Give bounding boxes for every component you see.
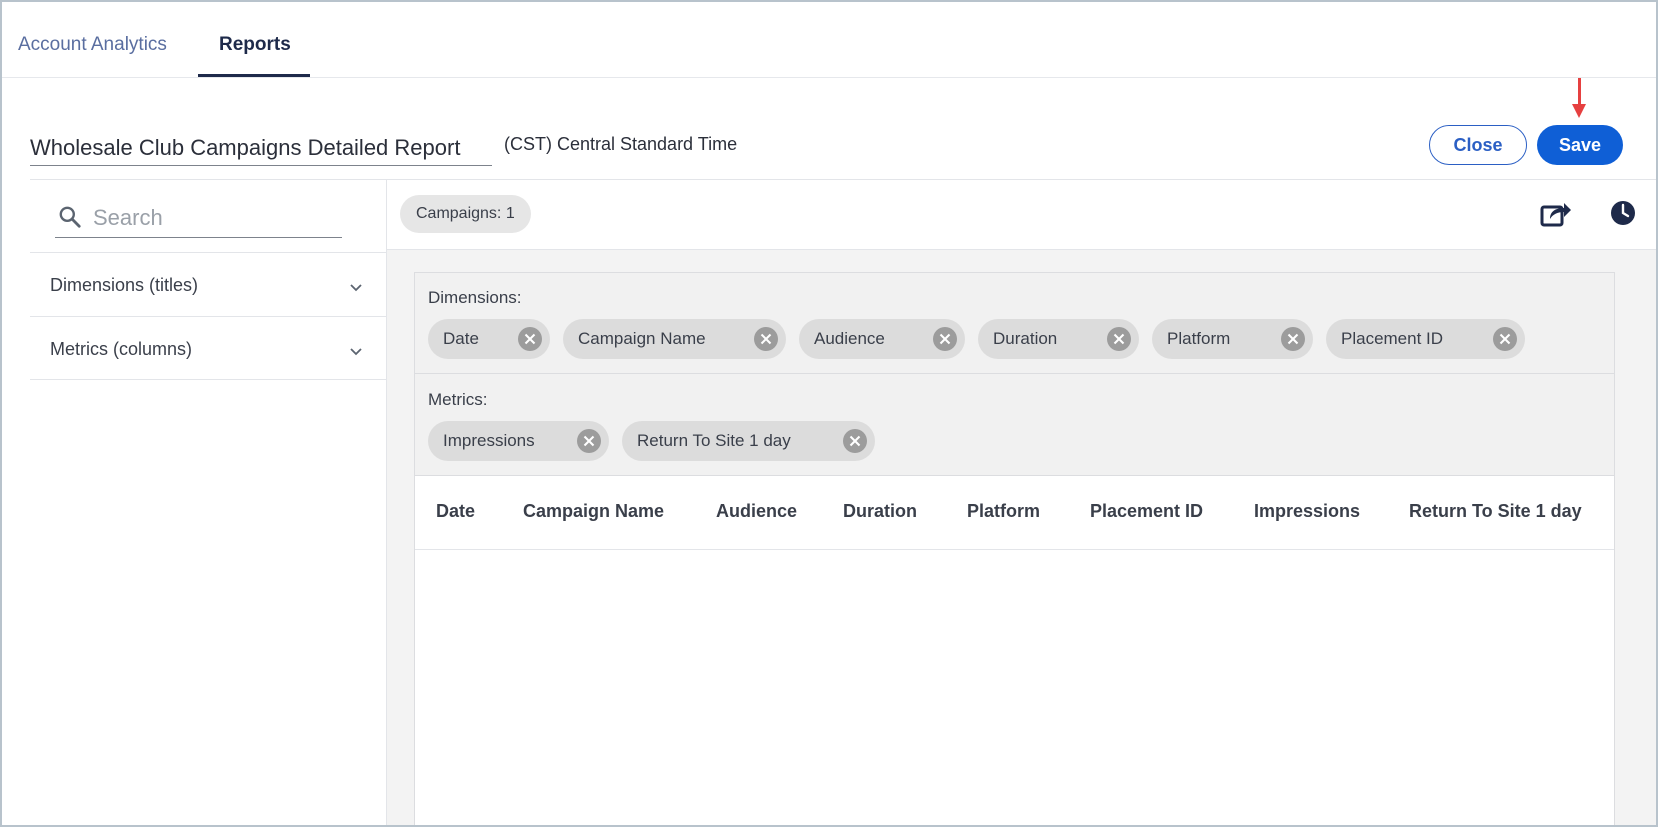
remove-chip-icon[interactable]: [1493, 327, 1517, 351]
campaigns-filter-chip[interactable]: Campaigns: 1: [400, 195, 531, 233]
table-header-row: Date Campaign Name Audience Duration Pla…: [415, 476, 1614, 550]
metric-chip-label: Return To Site 1 day: [637, 431, 791, 450]
metrics-accordion-label: Metrics (columns): [50, 339, 193, 359]
tab-account-analytics[interactable]: Account Analytics: [18, 34, 167, 56]
remove-chip-icon[interactable]: [933, 327, 957, 351]
dimension-chip: Duration: [978, 319, 1139, 359]
chevron-down-icon: [349, 343, 363, 361]
close-button[interactable]: Close: [1429, 125, 1527, 165]
dimension-chip: Date: [428, 319, 550, 359]
column-header-return-to-site[interactable]: Return To Site 1 day: [1409, 501, 1582, 522]
report-builder: Campaigns: 1 Dimensions: Date Campaign N…: [387, 179, 1656, 825]
column-header-duration[interactable]: Duration: [843, 501, 917, 522]
dimension-chip-label: Campaign Name: [578, 329, 706, 348]
search-icon: [57, 204, 83, 235]
dimensions-accordion[interactable]: Dimensions (titles): [30, 252, 387, 316]
tab-bar: Account Analytics Reports: [2, 2, 1656, 78]
column-header-date[interactable]: Date: [436, 501, 475, 522]
column-header-audience[interactable]: Audience: [716, 501, 797, 522]
report-config-panel: Dimensions: Date Campaign Name Audience …: [414, 272, 1615, 825]
column-header-placement-id[interactable]: Placement ID: [1090, 501, 1203, 522]
tab-reports[interactable]: Reports: [219, 34, 291, 56]
dimension-chip: Platform: [1152, 319, 1313, 359]
annotation-arrow-head: [1572, 104, 1586, 118]
column-header-platform[interactable]: Platform: [967, 501, 1040, 522]
annotation-arrow: [1578, 78, 1581, 106]
dimension-chip: Campaign Name: [563, 319, 786, 359]
column-header-impressions[interactable]: Impressions: [1254, 501, 1360, 522]
share-icon[interactable]: [1540, 199, 1572, 232]
dimension-chip: Placement ID: [1326, 319, 1525, 359]
dimension-chip-label: Duration: [993, 329, 1058, 348]
search-input[interactable]: [93, 204, 333, 232]
dimension-chip-label: Platform: [1167, 329, 1231, 348]
timezone-label: (CST) Central Standard Time: [504, 134, 738, 154]
save-button[interactable]: Save: [1537, 125, 1623, 165]
remove-chip-icon[interactable]: [1107, 327, 1131, 351]
dimension-chip-label: Audience: [814, 329, 885, 348]
report-name-input[interactable]: [30, 126, 492, 166]
chevron-down-icon: [349, 279, 363, 297]
app-window: Account Analytics Reports (CST) Central …: [0, 0, 1658, 827]
remove-chip-icon[interactable]: [1281, 327, 1305, 351]
metric-chip: Impressions: [428, 421, 609, 461]
dimension-chip: Audience: [799, 319, 965, 359]
report-preview-table: Date Campaign Name Audience Duration Pla…: [415, 475, 1614, 825]
clock-icon[interactable]: [1609, 199, 1637, 232]
dimension-chip-label: Date: [443, 329, 479, 348]
remove-chip-icon[interactable]: [518, 327, 542, 351]
dimensions-accordion-label: Dimensions (titles): [50, 275, 199, 295]
column-header-campaign-name[interactable]: Campaign Name: [523, 501, 664, 522]
active-tab-indicator: [198, 74, 310, 77]
dimension-chip-label: Placement ID: [1341, 329, 1444, 348]
remove-chip-icon[interactable]: [754, 327, 778, 351]
remove-chip-icon[interactable]: [843, 429, 867, 453]
remove-chip-icon[interactable]: [577, 429, 601, 453]
field-sidebar: Dimensions (titles) Metrics (columns): [30, 179, 387, 825]
dimensions-section-label: Dimensions:: [428, 288, 522, 307]
metrics-section-label: Metrics:: [428, 390, 488, 409]
metric-chip: Return To Site 1 day: [622, 421, 875, 461]
search-box: [55, 200, 342, 238]
section-divider: [415, 373, 1614, 374]
metrics-accordion[interactable]: Metrics (columns): [30, 316, 387, 380]
metric-chip-label: Impressions: [443, 431, 535, 450]
report-toolbar: Campaigns: 1: [387, 180, 1656, 250]
